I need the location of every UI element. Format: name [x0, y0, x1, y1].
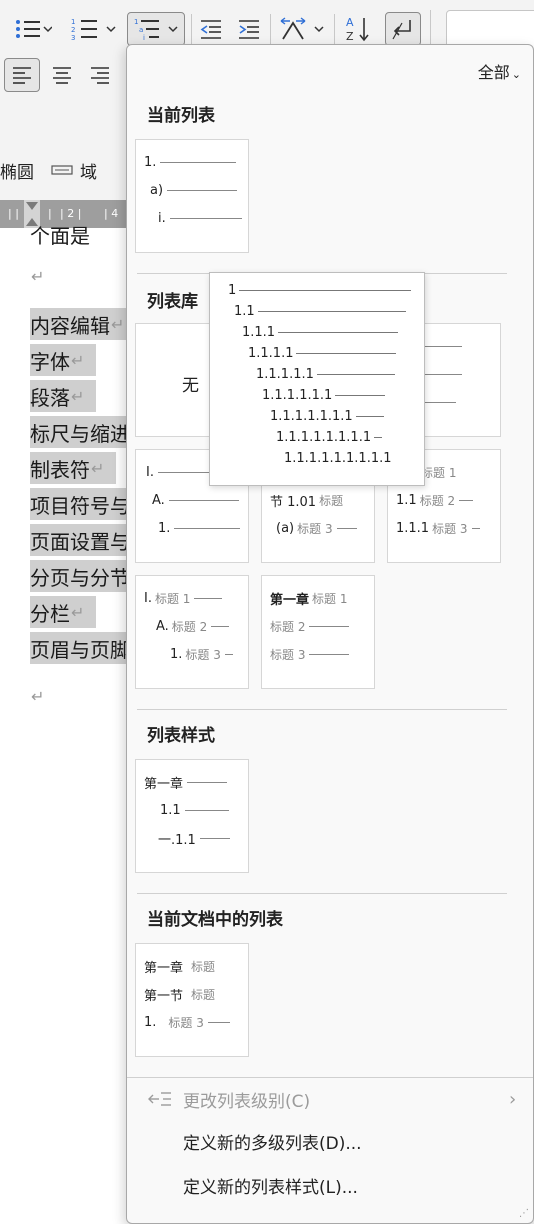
svg-text:a: a [139, 26, 143, 34]
decrease-indent-icon [200, 20, 221, 39]
shape-button[interactable]: 椭圆 [0, 152, 34, 188]
define-multilevel-list-item[interactable]: 定义新的多级列表(D)... [183, 1129, 362, 1154]
divider [137, 893, 507, 894]
align-right-icon [91, 67, 109, 84]
divider [127, 1077, 533, 1078]
chevron-down-icon: ⌄ [511, 68, 521, 81]
shape-label: 椭圆 [0, 162, 34, 183]
bullet-list-icon [16, 20, 52, 38]
paragraph-mark: ↵ [31, 266, 45, 286]
svg-text:2: 2 [71, 26, 75, 34]
align-center-button[interactable] [46, 60, 78, 90]
change-list-level-item[interactable]: 更改列表级别(C) [147, 1087, 310, 1112]
multilevel-list-button[interactable]: 1ai [127, 12, 185, 46]
increase-indent-icon [239, 20, 259, 39]
list-preview-popup: 1 1.1 1.1.1 1.1.1.1 1.1.1.1.1 1.1.1.1.1.… [209, 272, 425, 486]
list-style-title: 列表样式 [147, 726, 215, 746]
paragraph-mark: ↵ [31, 686, 45, 706]
separator [334, 14, 335, 46]
numbered-list-icon: 123 [71, 18, 116, 42]
multilevel-list-dropdown: 全部⌄ 当前列表 1. a) i. 列表库 无 1. I. A. 1. 节 1.… [126, 44, 534, 1224]
doc-fragment: 个面是 [30, 223, 90, 248]
svg-text:Z: Z [346, 30, 354, 43]
decrease-indent-button[interactable] [196, 14, 226, 44]
separator [270, 14, 271, 46]
doc-line[interactable]: 段落 ↵ [30, 380, 97, 412]
ruler-tick: | 4 [104, 207, 119, 220]
document-page[interactable]: 个面是 ↵ 内容编辑 ↵ 字体 ↵ 段落 ↵ 标尺与缩进 制表符 ↵ 项目符号与 页面设… [0, 224, 142, 1224]
show-marks-button[interactable] [385, 12, 421, 46]
doc-line[interactable]: 制表符 ↵ [30, 452, 117, 484]
define-list-style-item[interactable]: 定义新的列表样式(L)... [183, 1173, 358, 1198]
change-level-icon [148, 1092, 171, 1106]
library-title: 列表库 [147, 292, 198, 312]
current-list-thumb[interactable]: 1. a) i. [135, 139, 249, 253]
current-list-title: 当前列表 [147, 106, 215, 126]
numbered-list-button[interactable]: 123 [66, 14, 122, 44]
doc-lists-title: 当前文档中的列表 [147, 910, 283, 930]
chevron-right-icon: › [509, 1088, 517, 1110]
svg-text:3: 3 [71, 34, 75, 42]
library-roman-heading-thumb[interactable]: I. 标题 1 A. 标题 2 1. 标题 3 [135, 575, 249, 689]
align-center-icon [53, 67, 71, 84]
character-spacing-button[interactable] [276, 14, 328, 44]
ruler-tick: | | [8, 207, 19, 220]
sort-icon: AZ [346, 16, 369, 43]
field-icon [51, 165, 73, 175]
multilevel-list-icon: 1ai [134, 18, 178, 42]
character-spacing-icon [280, 17, 324, 40]
svg-text:1: 1 [134, 18, 138, 26]
filter-dropdown[interactable]: 全部 ⌄ [478, 59, 521, 83]
align-left-button[interactable] [4, 58, 40, 92]
increase-indent-button[interactable] [234, 14, 264, 44]
library-chapter-thumb[interactable]: 第一章 标题 1 标题 2 标题 3 [261, 575, 375, 689]
align-left-icon [13, 67, 31, 84]
align-right-button[interactable] [84, 60, 116, 90]
field-label: 域 [80, 162, 97, 183]
svg-text:1: 1 [71, 18, 75, 26]
svg-text:A: A [346, 16, 354, 29]
resize-grip-icon[interactable]: ⋰ [519, 1208, 529, 1219]
separator [191, 14, 192, 46]
bullet-list-button[interactable] [6, 14, 58, 44]
doc-line[interactable]: 字体 ↵ [30, 344, 97, 376]
list-style-thumb[interactable]: 第一章 1.1 一.1.1 [135, 759, 249, 873]
divider [137, 709, 507, 710]
doc-line[interactable]: 分栏 ↵ [30, 596, 97, 628]
sort-button[interactable]: AZ [340, 14, 376, 44]
svg-text:i: i [143, 34, 145, 42]
doc-list-thumb[interactable]: 第一章 标题 第一节 标题 1. 标题 3 [135, 943, 249, 1057]
show-marks-icon [392, 20, 411, 40]
doc-line[interactable]: 内容编辑 ↵ [30, 308, 137, 340]
field-button[interactable]: 域 [50, 152, 97, 188]
